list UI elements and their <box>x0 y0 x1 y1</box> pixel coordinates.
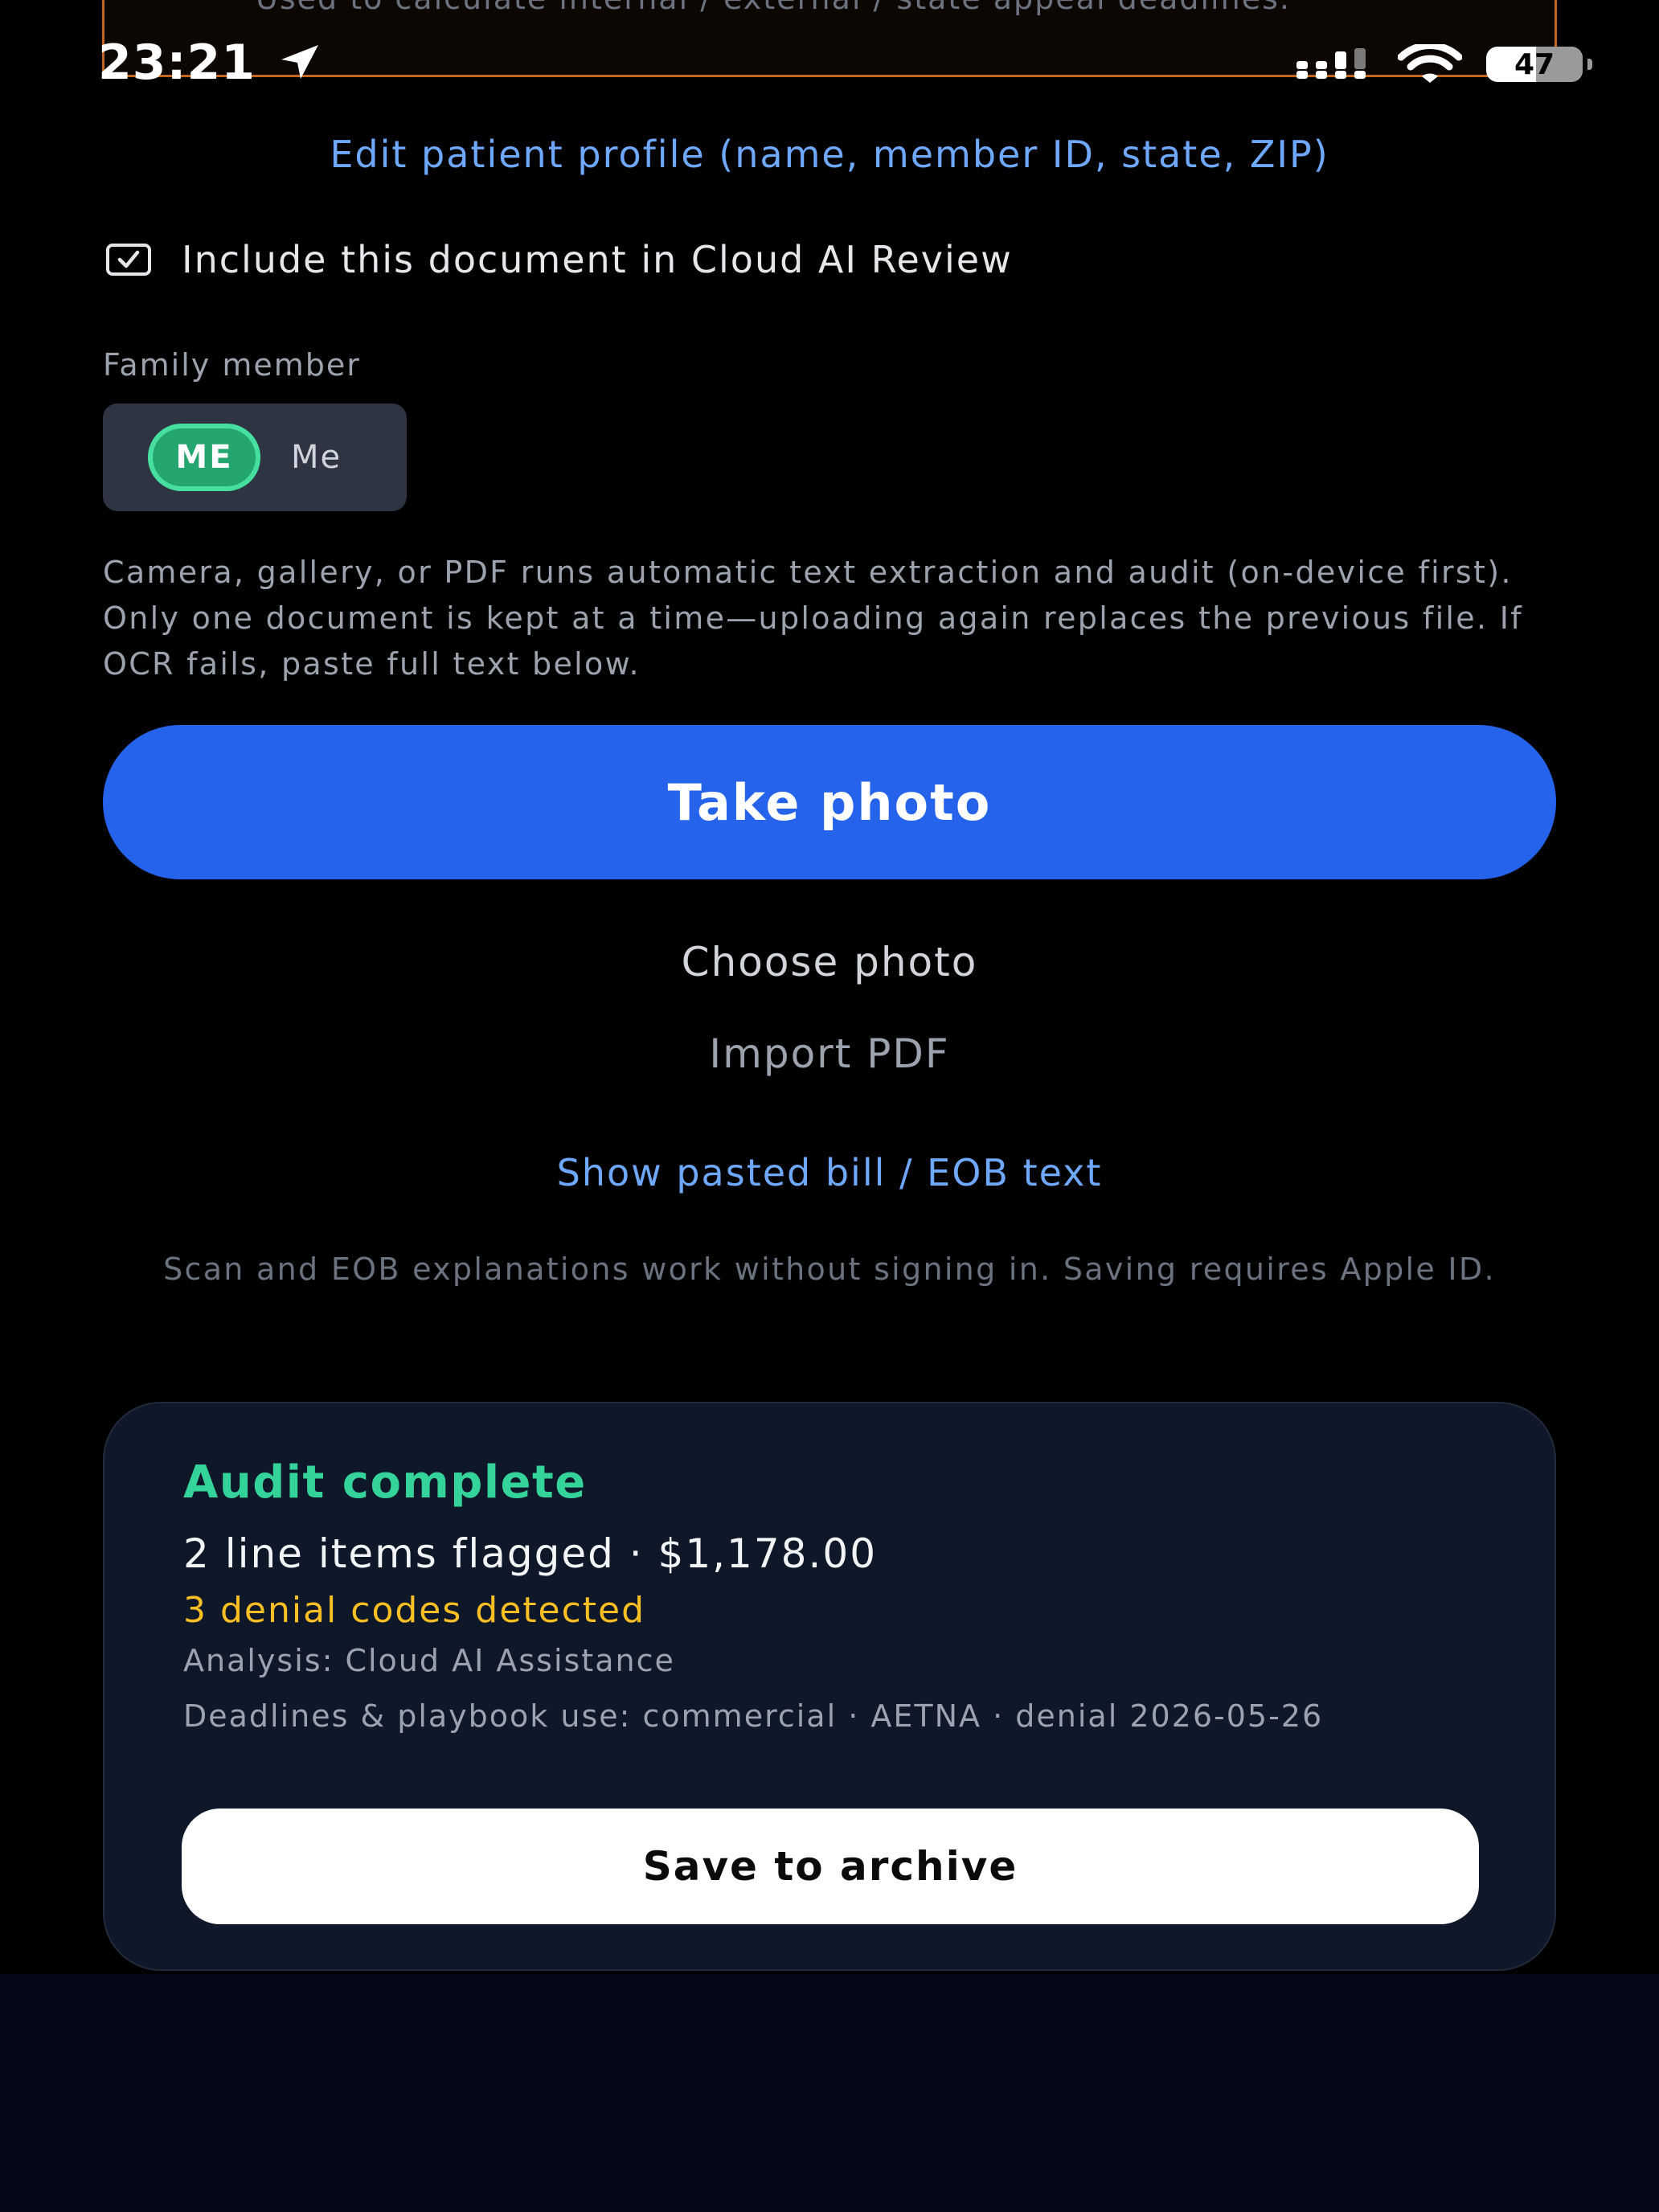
wifi-icon <box>1398 44 1462 83</box>
cloud-review-checkbox-row[interactable]: Include this document in Cloud AI Review <box>106 238 1013 281</box>
battery-level: 47 <box>1514 47 1555 81</box>
cellular-signal-icon <box>1296 48 1366 79</box>
cloud-review-label: Include this document in Cloud AI Review <box>182 238 1013 281</box>
family-member-chip-me[interactable]: ME Me <box>103 403 407 511</box>
denial-codes-status: 3 denial codes detected <box>183 1590 646 1631</box>
avatar: ME <box>148 424 260 491</box>
family-member-name: Me <box>291 439 342 476</box>
location-arrow-icon <box>281 45 318 79</box>
deadlines-info: Deadlines & playbook use: commercial · A… <box>183 1698 1324 1734</box>
upload-description: Camera, gallery, or PDF runs automatic t… <box>103 555 1523 682</box>
save-to-archive-button[interactable]: Save to archive <box>182 1809 1479 1924</box>
battery-nub <box>1587 59 1592 70</box>
checkbox-checked-icon[interactable] <box>106 244 151 276</box>
status-time-text: 23:21 <box>98 35 256 91</box>
audit-result-card: Audit complete 2 line items flagged · $1… <box>103 1402 1556 1971</box>
status-icons: 47 <box>1295 42 1592 87</box>
audit-summary: 2 line items flagged · $1,178.00 <box>183 1530 877 1577</box>
import-pdf-button[interactable]: Import PDF <box>0 1030 1659 1077</box>
status-time: 23:21 <box>98 34 322 92</box>
edit-patient-profile-link[interactable]: Edit patient profile (name, member ID, s… <box>0 133 1659 176</box>
bottom-background <box>0 1974 1659 2212</box>
battery-indicator: 47 <box>1486 47 1592 82</box>
deadline-helper-text: Used to calculate internal / external / … <box>256 0 1291 16</box>
choose-photo-button[interactable]: Choose photo <box>0 939 1659 985</box>
audit-title: Audit complete <box>183 1456 587 1509</box>
show-pasted-text-link[interactable]: Show pasted bill / EOB text <box>0 1151 1659 1194</box>
take-photo-button[interactable]: Take photo <box>103 725 1556 879</box>
family-member-label: Family member <box>103 347 361 383</box>
analysis-mode: Analysis: Cloud AI Assistance <box>183 1643 675 1678</box>
signin-note: Scan and EOB explanations work without s… <box>163 1251 1496 1287</box>
